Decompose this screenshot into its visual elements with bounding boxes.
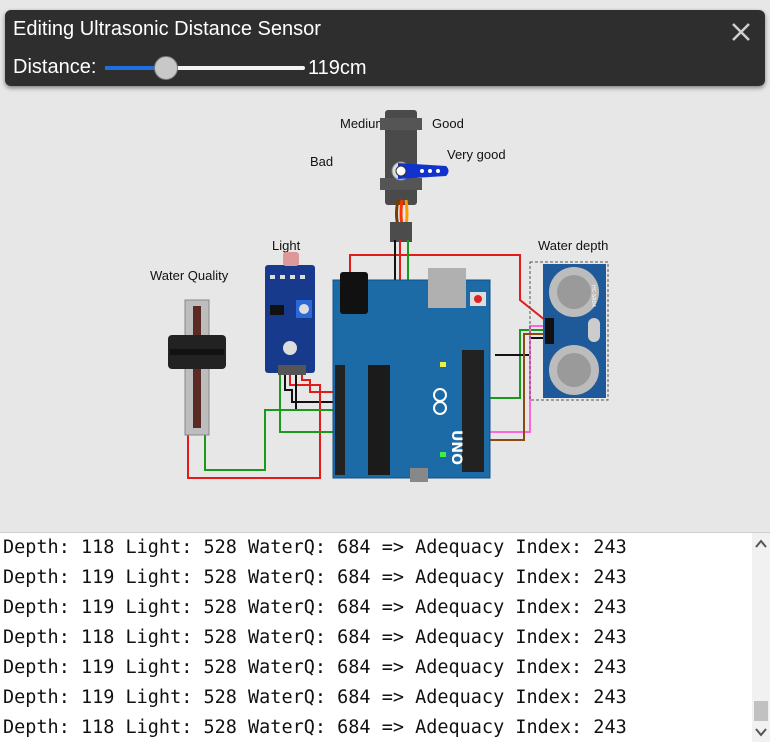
close-icon[interactable] [729, 20, 753, 44]
distance-slider[interactable] [105, 56, 305, 80]
water-quality-slider[interactable] [168, 299, 226, 436]
light-sensor[interactable] [265, 252, 315, 375]
label-medium: Medium [340, 116, 386, 131]
scroll-down-icon[interactable] [754, 725, 768, 737]
scrollbar[interactable] [752, 533, 770, 742]
label-bad: Bad [310, 154, 333, 169]
label-water-quality: Water Quality [150, 268, 229, 283]
serial-line: Depth: 119 Light: 528 WaterQ: 684 => Ade… [3, 567, 627, 588]
serial-line: Depth: 119 Light: 528 WaterQ: 684 => Ade… [3, 687, 627, 708]
editor-title: Editing Ultrasonic Distance Sensor [13, 18, 321, 40]
ultrasonic-model: HC-SR04 [590, 285, 596, 307]
arduino-uno[interactable]: UNO [332, 268, 491, 482]
scroll-up-icon[interactable] [754, 537, 768, 549]
label-very-good: Very good [447, 147, 506, 162]
label-good: Good [432, 116, 464, 131]
arduino-brand: UNO [448, 430, 464, 465]
component-editor-panel: Editing Ultrasonic Distance Sensor Dista… [5, 10, 765, 86]
slider-thumb[interactable] [154, 56, 178, 80]
serial-line: Depth: 118 Light: 528 WaterQ: 684 => Ade… [3, 537, 627, 558]
scroll-thumb[interactable] [754, 701, 768, 721]
distance-value: 119cm [308, 57, 367, 79]
distance-label: Distance: [13, 56, 97, 78]
serial-line: Depth: 118 Light: 528 WaterQ: 684 => Ade… [3, 717, 627, 738]
label-water-depth: Water depth [538, 238, 608, 253]
servo-connector [390, 222, 412, 242]
serial-monitor[interactable]: Depth: 118 Light: 528 WaterQ: 684 => Ade… [0, 532, 770, 742]
serial-line: Depth: 119 Light: 528 WaterQ: 684 => Ade… [3, 597, 627, 618]
label-light: Light [272, 238, 301, 253]
serial-line: Depth: 118 Light: 528 WaterQ: 684 => Ade… [3, 627, 627, 648]
serial-line: Depth: 119 Light: 528 WaterQ: 684 => Ade… [3, 657, 627, 678]
serial-output: Depth: 118 Light: 528 WaterQ: 684 => Ade… [3, 533, 748, 742]
